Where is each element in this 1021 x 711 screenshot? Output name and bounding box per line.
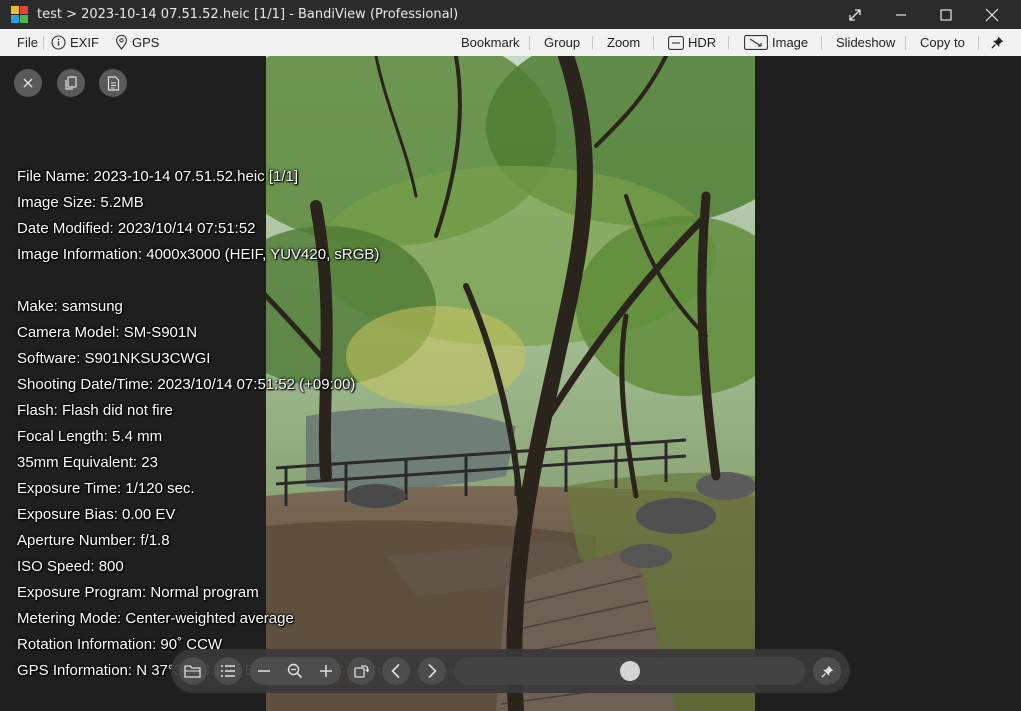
next-image-button[interactable]	[418, 657, 446, 685]
menu-divider	[43, 36, 44, 50]
app-logo-icon	[11, 6, 28, 23]
menu-slideshow-label: Slideshow	[836, 34, 896, 50]
menu-group[interactable]: Group	[544, 29, 580, 56]
minus-icon	[258, 670, 270, 672]
close-icon	[23, 78, 33, 88]
menu-bookmark[interactable]: Bookmark	[461, 29, 520, 56]
close-window-button[interactable]	[969, 0, 1015, 29]
menu-bar: File EXIF GPS Bookmark Group Zoom HDR Im…	[0, 29, 1021, 57]
info-software: Software: S901NKSU3CWGI	[17, 350, 211, 367]
info-35mm-equivalent: 35mm Equivalent: 23	[17, 454, 158, 471]
pin-menu-button[interactable]	[991, 29, 1004, 56]
menu-group-label: Group	[544, 34, 581, 50]
image-icon	[744, 35, 768, 50]
open-folder-button[interactable]	[179, 657, 207, 685]
zoom-in-button[interactable]	[312, 657, 340, 685]
location-pin-icon	[115, 35, 128, 50]
copy-icon	[65, 76, 77, 90]
info-exposure-program: Exposure Program: Normal program	[17, 584, 259, 601]
info-metering-mode: Metering Mode: Center-weighted average	[17, 610, 294, 627]
menu-copy-to[interactable]: Copy to	[920, 29, 965, 56]
maximize-icon	[940, 8, 952, 21]
menu-zoom-label: Zoom	[607, 34, 641, 50]
rotate-icon	[354, 665, 369, 678]
info-icon	[51, 35, 66, 50]
info-file-name: File Name: 2023-10-14 07.51.52.heic [1/1…	[17, 168, 299, 185]
info-focal-length: Focal Length: 5.4 mm	[17, 428, 163, 445]
menu-gps-label: GPS	[132, 34, 160, 50]
menu-slideshow[interactable]: Slideshow	[836, 29, 895, 56]
window-title: test > 2023-10-14 07.51.52.heic [1/1] - …	[37, 7, 459, 22]
info-date-modified: Date Modified: 2023/10/14 07:51:52	[17, 220, 256, 237]
folder-icon	[184, 664, 201, 678]
menu-zoom[interactable]: Zoom	[607, 29, 640, 56]
info-shooting-datetime: Shooting Date/Time: 2023/10/14 07:51:52 …	[17, 376, 356, 393]
image-viewer[interactable]: File Name: 2023-10-14 07.51.52.heic [1/1…	[0, 56, 1021, 711]
list-icon	[221, 665, 235, 677]
menu-divider	[905, 36, 906, 50]
info-iso: ISO Speed: 800	[17, 558, 124, 575]
pin-toolbar-button[interactable]	[813, 657, 841, 685]
minimize-button[interactable]	[878, 0, 924, 29]
menu-image[interactable]: Image	[744, 29, 808, 56]
previous-image-button[interactable]	[382, 657, 410, 685]
magnifier-icon	[287, 663, 303, 679]
menu-divider	[728, 36, 729, 50]
exif-info-panel: File Name: 2023-10-14 07.51.52.heic [1/1…	[17, 164, 386, 684]
page-slider-thumb[interactable]	[620, 661, 640, 681]
pin-icon	[820, 665, 833, 678]
expand-icon	[849, 8, 861, 21]
zoom-out-button[interactable]	[250, 657, 278, 685]
info-exposure-time: Exposure Time: 1/120 sec.	[17, 480, 195, 497]
info-make: Make: samsung	[17, 298, 123, 315]
plus-icon	[320, 665, 332, 677]
title-bar: test > 2023-10-14 07.51.52.heic [1/1] - …	[0, 0, 1021, 29]
menu-divider	[978, 36, 979, 50]
menu-gps[interactable]: GPS	[115, 29, 159, 56]
fullscreen-button[interactable]	[832, 0, 878, 29]
maximize-button[interactable]	[923, 0, 969, 29]
document-info-button[interactable]	[99, 69, 127, 97]
file-list-button[interactable]	[214, 657, 242, 685]
menu-exif-label: EXIF	[70, 34, 99, 50]
info-flash: Flash: Flash did not fire	[17, 402, 173, 419]
menu-divider	[592, 36, 593, 50]
menu-copy-to-label: Copy to	[920, 34, 965, 50]
bottom-toolbar	[171, 649, 850, 693]
menu-divider	[821, 36, 822, 50]
copy-info-button[interactable]	[57, 69, 85, 97]
menu-hdr-label: HDR	[688, 34, 717, 50]
rotate-button[interactable]	[347, 657, 375, 685]
document-icon	[107, 75, 119, 91]
zoom-fit-button[interactable]	[281, 657, 309, 685]
info-image-information: Image Information: 4000x3000 (HEIF, YUV4…	[17, 246, 380, 263]
menu-image-label: Image	[772, 34, 809, 50]
hdr-icon	[668, 35, 684, 50]
menu-file-label: File	[17, 34, 38, 50]
menu-exif[interactable]: EXIF	[51, 29, 99, 56]
menu-hdr[interactable]: HDR	[668, 29, 716, 56]
menu-divider	[529, 36, 530, 50]
chevron-left-icon	[391, 663, 400, 679]
menu-bookmark-label: Bookmark	[461, 34, 520, 50]
pin-icon	[991, 36, 1004, 49]
info-aperture: Aperture Number: f/1.8	[17, 532, 170, 549]
chevron-right-icon	[428, 663, 437, 679]
info-camera-model: Camera Model: SM-S901N	[17, 324, 198, 341]
menu-file[interactable]: File	[17, 29, 38, 56]
close-info-button[interactable]	[14, 69, 42, 97]
info-image-size: Image Size: 5.2MB	[17, 194, 144, 211]
minimize-icon	[896, 13, 906, 16]
info-exposure-bias: Exposure Bias: 0.00 EV	[17, 506, 176, 523]
menu-divider	[653, 36, 654, 50]
close-icon	[985, 8, 999, 21]
